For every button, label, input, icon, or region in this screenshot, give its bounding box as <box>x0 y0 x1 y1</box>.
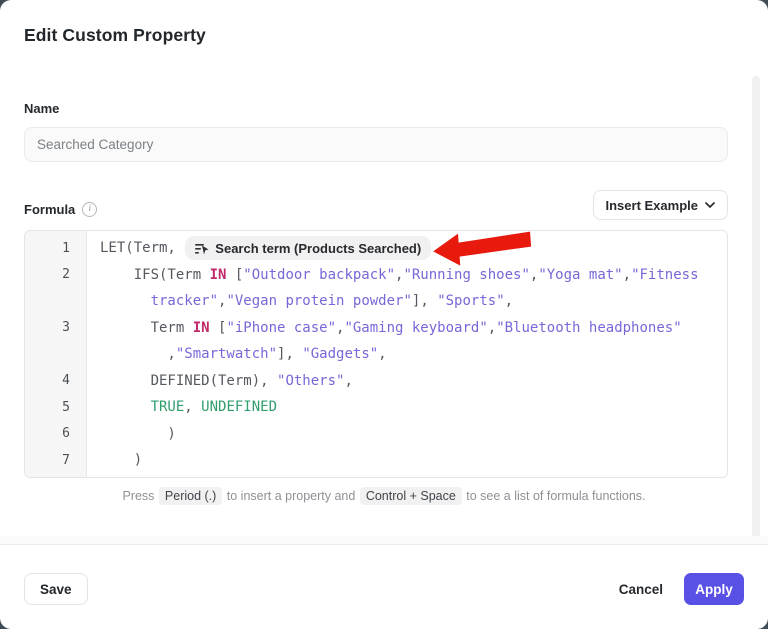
footer-divider <box>0 536 768 545</box>
property-chip-label: Search term (Products Searched) <box>215 241 421 256</box>
property-chip[interactable]: Search term (Products Searched) <box>185 236 431 260</box>
code-token: , <box>530 267 538 283</box>
name-input[interactable] <box>24 127 728 162</box>
code-token: ], <box>412 293 437 309</box>
insert-example-button[interactable]: Insert Example <box>593 190 729 220</box>
code-token: , <box>505 293 513 309</box>
code-token: "Vegan protein powder" <box>226 293 411 309</box>
insert-example-label: Insert Example <box>606 198 699 213</box>
code-token: "Smartwatch" <box>176 346 277 362</box>
code-token: , <box>336 320 344 336</box>
code-row: ,"Smartwatch"], "Gadgets", <box>25 341 727 368</box>
line-number: 5 <box>25 400 87 415</box>
hint-text: Press <box>122 489 157 503</box>
code-token: "Bluetooth headphones" <box>496 320 681 336</box>
code-token: "Gadgets" <box>302 346 378 362</box>
line-number: 3 <box>25 320 87 335</box>
apply-button[interactable]: Apply <box>684 573 744 605</box>
code-row: tracker","Vegan protein powder"], "Sport… <box>25 288 727 315</box>
code-token: IFS(Term <box>100 267 210 283</box>
hint-text: to insert a property and <box>223 489 359 503</box>
code-token: "iPhone case" <box>226 320 336 336</box>
code-token: [ <box>210 320 227 336</box>
kbd-chip: Control + Space <box>360 487 462 505</box>
code-token: ) <box>100 452 142 468</box>
info-icon[interactable]: i <box>82 202 97 217</box>
code-token: UNDEFINED <box>201 399 277 415</box>
code-token: , <box>623 267 631 283</box>
code-token: "Gaming keyboard" <box>344 320 487 336</box>
line-number: 7 <box>25 453 87 468</box>
hint-text: to see a list of formula functions. <box>463 489 646 503</box>
code-token: , <box>378 346 386 362</box>
code-token: IN <box>193 320 210 336</box>
line-number: 4 <box>25 373 87 388</box>
code-token: IN <box>210 267 227 283</box>
name-label: Name <box>24 101 59 116</box>
code-token: [ <box>226 267 243 283</box>
line-number: 1 <box>25 241 87 256</box>
code-token: "Yoga mat" <box>538 267 622 283</box>
search-term-property-icon <box>195 242 209 255</box>
edit-custom-property-dialog: Edit Custom Property Name Formula i Inse… <box>0 0 768 629</box>
code-token: tracker" <box>151 293 218 309</box>
line-number: 6 <box>25 426 87 441</box>
save-button[interactable]: Save <box>24 573 88 605</box>
formula-label-row: Formula i <box>24 202 97 217</box>
code-row: 1 LET(Term, Search term (Products Searche… <box>25 235 727 262</box>
code-token: "Others" <box>277 373 344 389</box>
code-token: , <box>344 373 352 389</box>
code-row: 6 ) <box>25 421 727 448</box>
code-row: 3 Term IN ["iPhone case","Gaming keyboar… <box>25 315 727 342</box>
code-row: 4 DEFINED(Term), "Others", <box>25 368 727 395</box>
code-token: , <box>184 399 201 415</box>
code-row: 2 IFS(Term IN ["Outdoor backpack","Runni… <box>25 262 727 289</box>
code-token: ], <box>277 346 302 362</box>
code-token: "Outdoor backpack" <box>243 267 395 283</box>
code-token: , <box>432 240 449 256</box>
cancel-button[interactable]: Cancel <box>615 573 667 605</box>
code-token: Term <box>100 320 193 336</box>
code-token: ) <box>100 426 176 442</box>
kbd-chip: Period (.) <box>159 487 222 505</box>
code-token: LET(Term, <box>100 240 184 256</box>
code-token <box>100 293 151 309</box>
code-token: "Running shoes" <box>403 267 529 283</box>
code-row: 7 ) <box>25 447 727 474</box>
dialog-title: Edit Custom Property <box>24 25 206 46</box>
code-token <box>100 399 151 415</box>
code-token: , <box>100 346 176 362</box>
code-token: , <box>395 267 403 283</box>
chevron-down-icon <box>705 202 715 208</box>
formula-label: Formula <box>24 202 75 217</box>
code-token: , <box>218 293 226 309</box>
code-token: "Fitness <box>631 267 698 283</box>
vertical-scrollbar[interactable] <box>752 76 760 545</box>
code-token: , <box>488 320 496 336</box>
code-row: 5 TRUE, UNDEFINED <box>25 394 727 421</box>
formula-editor-rows: 1 LET(Term, Search term (Products Searche… <box>25 235 727 474</box>
line-number: 2 <box>25 267 87 282</box>
code-token: "Sports" <box>437 293 504 309</box>
code-token: DEFINED(Term), <box>100 373 277 389</box>
code-token: TRUE <box>151 399 185 415</box>
formula-editor[interactable]: 1 LET(Term, Search term (Products Searche… <box>24 230 728 478</box>
formula-hint: Press Period (.) to insert a property an… <box>0 489 768 503</box>
